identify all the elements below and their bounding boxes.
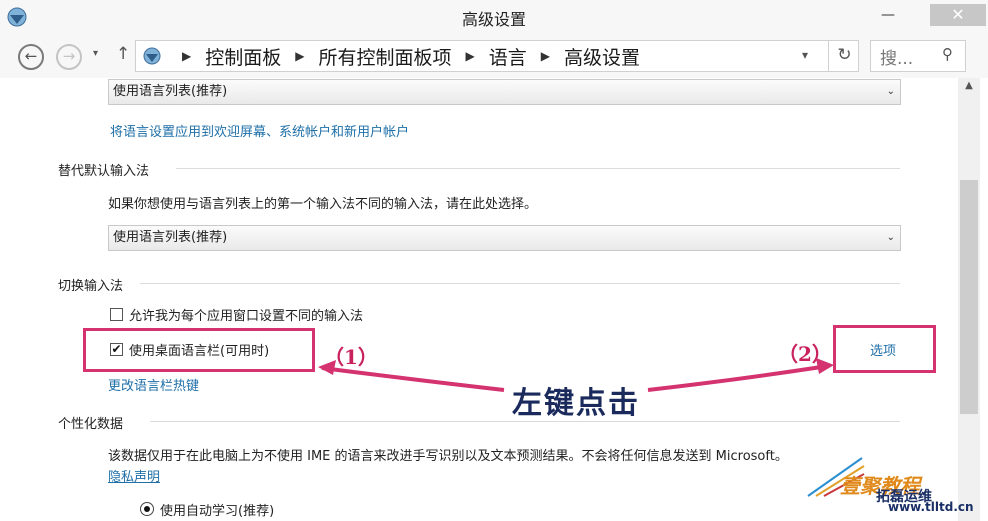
chevron-right-icon: ▶ [182, 49, 192, 63]
section-divider [176, 168, 900, 169]
language-list-select[interactable]: 使用语言列表(推荐) ⌄ [108, 79, 901, 105]
breadcrumb-advanced-settings[interactable]: 高级设置 [564, 43, 640, 70]
highlight-box-checkbox [83, 328, 315, 372]
close-button[interactable]: ✕ [930, 4, 986, 26]
chevron-right-icon: ▶ [295, 49, 305, 63]
section-heading-switch: 切换输入法 [58, 279, 124, 294]
scrollbar-thumb[interactable] [960, 180, 978, 414]
up-arrow-icon[interactable]: ↑ [116, 44, 130, 64]
apply-to-welcome-screen-link[interactable]: 将语言设置应用到欢迎屏幕、系统帐户和新用户帐户 [110, 121, 409, 140]
highlight-box-options [833, 325, 936, 373]
privacy-statement-link[interactable]: 隐私声明 [108, 466, 160, 485]
chevron-right-icon: ▶ [465, 49, 475, 63]
per-app-input-checkbox[interactable] [110, 308, 123, 321]
change-language-bar-hotkeys-link[interactable]: 更改语言栏热键 [108, 375, 199, 394]
auto-learn-label: 使用自动学习(推荐) [160, 504, 275, 519]
breadcrumb: ▶ 控制面板 ▶ 所有控制面板项 ▶ 语言 ▶ 高级设置 [142, 42, 640, 70]
section-divider [140, 283, 900, 284]
search-icon[interactable]: ⚲ [942, 45, 953, 63]
chevron-down-icon: ⌄ [886, 232, 895, 243]
minimize-button[interactable]: — [876, 4, 900, 26]
refresh-icon[interactable]: ↻ [828, 40, 860, 72]
window-title: 高级设置 [461, 10, 526, 29]
annotation-caption: 左键点击 [512, 386, 640, 421]
select-value: 使用语言列表(推荐) [113, 84, 228, 99]
watermark-url: www.tlltd.cn [888, 500, 974, 514]
override-description: 如果你想使用与语言列表上的第一个输入法不同的输入法，请在此处选择。 [108, 197, 538, 212]
control-panel-icon [143, 47, 161, 65]
section-heading-personalization: 个性化数据 [58, 417, 124, 432]
back-button[interactable]: ← [18, 44, 44, 70]
breadcrumb-language[interactable]: 语言 [489, 43, 527, 70]
select-value: 使用语言列表(推荐) [113, 230, 228, 245]
recent-locations-dropdown-icon[interactable]: ▾ [93, 48, 98, 59]
per-app-input-label: 允许我为每个应用窗口设置不同的输入法 [129, 309, 364, 324]
breadcrumb-control-panel[interactable]: 控制面板 [205, 43, 281, 70]
scroll-up-icon[interactable]: ▲ [958, 80, 980, 91]
personalization-description: 该数据仅用于在此电脑上为不使用 IME 的语言来改进手写识别以及文本预测结果。不… [108, 449, 788, 464]
breadcrumb-all-items[interactable]: 所有控制面板项 [318, 43, 451, 70]
forward-button[interactable]: → [56, 44, 82, 70]
address-dropdown-icon[interactable]: ▾ [802, 48, 808, 62]
chevron-down-icon: ⌄ [886, 86, 895, 97]
search-placeholder: 搜... [880, 49, 914, 69]
auto-learn-radio[interactable] [140, 502, 154, 516]
chevron-right-icon: ▶ [540, 49, 550, 63]
input-method-override-select[interactable]: 使用语言列表(推荐) ⌄ [108, 225, 901, 251]
section-heading-override: 替代默认输入法 [58, 164, 150, 179]
